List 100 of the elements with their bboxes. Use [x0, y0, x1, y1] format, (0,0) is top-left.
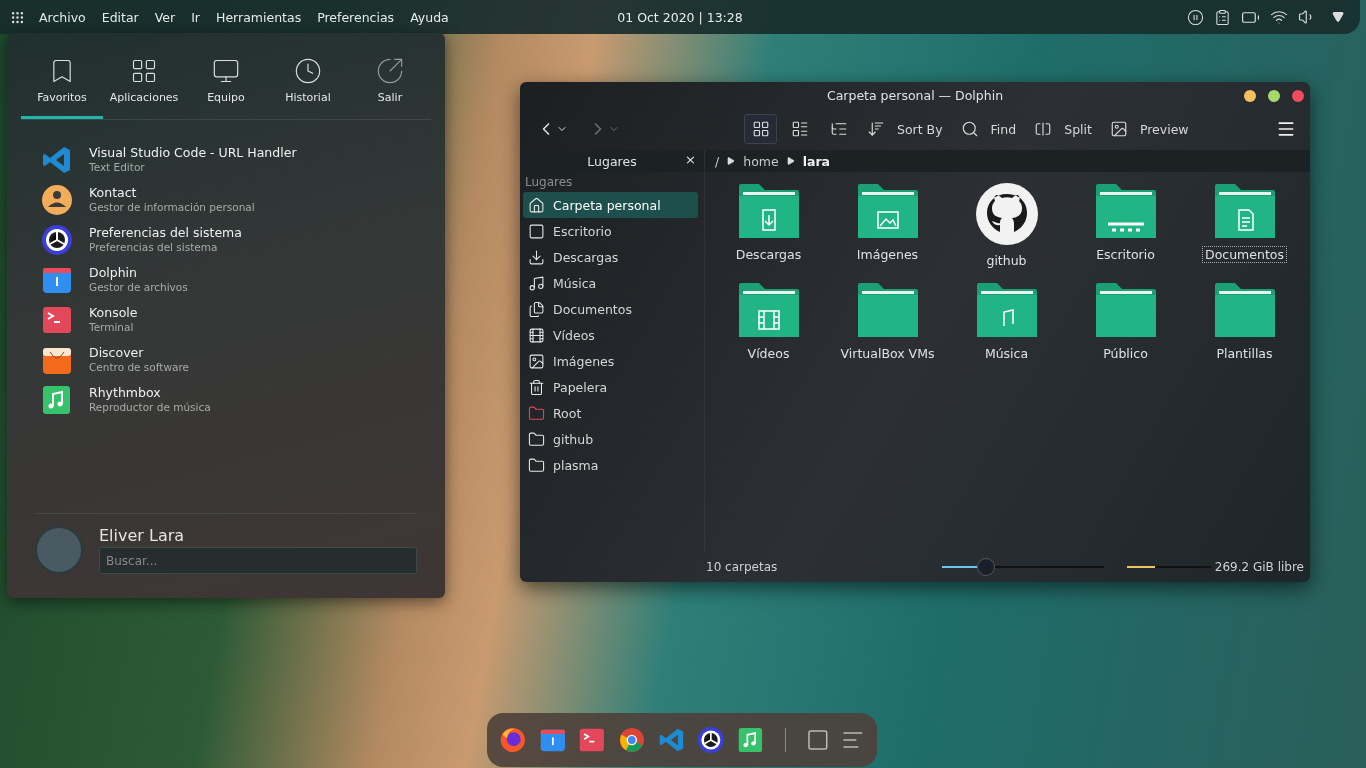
- app-icon: [41, 224, 73, 256]
- menu-item[interactable]: Herramientas: [208, 9, 310, 25]
- toolbar-button[interactable]: Find: [954, 120, 1023, 138]
- app-description: Text Editor: [89, 160, 146, 175]
- breadcrumb-item[interactable]: lara: [802, 153, 830, 169]
- search-icon: [960, 120, 979, 138]
- list-icon: [790, 120, 809, 138]
- place-item[interactable]: Carpeta personal: [523, 192, 698, 218]
- view-mode-button[interactable]: [744, 114, 777, 144]
- place-item[interactable]: Descargas: [523, 244, 698, 270]
- folder-icon: [528, 430, 545, 448]
- place-label: Descargas: [553, 249, 619, 265]
- app-icon: [499, 726, 527, 754]
- app-grid-icon: [10, 9, 25, 25]
- app-icon: [736, 726, 765, 754]
- documents-icon: [528, 300, 545, 318]
- monitor-icon: [212, 57, 240, 85]
- clock[interactable]: 01 Oct 2020 | 13:28: [580, 9, 780, 25]
- launcher-tab[interactable]: Historial: [267, 57, 349, 119]
- launcher-tab[interactable]: Salir: [349, 57, 431, 119]
- folder-name[interactable]: Escritorio: [1093, 246, 1158, 263]
- app-name[interactable]: Rhythmbox: [89, 385, 211, 400]
- menu-item[interactable]: Editar: [93, 9, 147, 25]
- app-icon: [41, 304, 73, 336]
- folder-name[interactable]: Público: [1100, 345, 1151, 362]
- launcher-tab[interactable]: Equipo: [185, 57, 267, 119]
- download-icon: [528, 248, 545, 266]
- app-description: Centro de software: [89, 360, 189, 375]
- launcher-tab[interactable]: Favoritos: [21, 57, 103, 119]
- folder-icon: [736, 281, 801, 339]
- folder-name[interactable]: Documentos: [1202, 246, 1287, 263]
- section-header: Lugares: [524, 174, 574, 191]
- clipboard-icon: [1214, 8, 1231, 26]
- app-name[interactable]: Discover: [89, 345, 189, 360]
- place-item[interactable]: Papelera: [523, 374, 698, 400]
- place-item[interactable]: Imágenes: [523, 348, 698, 374]
- folder-icon: [974, 281, 1039, 339]
- app-icon: [617, 726, 646, 754]
- menu-item[interactable]: Preferencias: [309, 9, 403, 25]
- menu-item[interactable]: Archivo: [31, 9, 94, 25]
- folder-count: 10 carpetas: [706, 560, 778, 574]
- exit-icon: [376, 57, 404, 85]
- music-icon: [528, 274, 545, 292]
- place-label: Carpeta personal: [553, 197, 661, 213]
- place-item[interactable]: Root: [523, 400, 698, 426]
- desktop-icon: [805, 728, 830, 752]
- folder-icon: [1212, 281, 1277, 339]
- window-title: Carpeta personal — Dolphin: [826, 87, 1004, 103]
- breadcrumb-item[interactable]: home: [743, 153, 779, 169]
- app-icon: [41, 144, 73, 176]
- place-item[interactable]: Música: [523, 270, 698, 296]
- close-button[interactable]: [1292, 90, 1304, 102]
- user-name: Eliver Lara: [99, 526, 186, 545]
- place-item[interactable]: Escritorio: [523, 218, 698, 244]
- place-label: Música: [553, 275, 597, 291]
- folder-name[interactable]: Plantillas: [1213, 345, 1276, 362]
- menu-icon: [1276, 119, 1296, 139]
- slider-thumb[interactable]: [976, 558, 995, 576]
- folder-name[interactable]: Descargas: [732, 246, 805, 263]
- app-name[interactable]: Kontact: [89, 185, 255, 200]
- place-item[interactable]: Vídeos: [523, 322, 698, 348]
- menu-item[interactable]: Ir: [183, 9, 208, 25]
- menu-item[interactable]: Ver: [146, 9, 184, 25]
- toolbar-button[interactable]: Preview: [1103, 120, 1195, 138]
- image-icon: [528, 352, 545, 370]
- folder-name[interactable]: VirtualBox VMs: [837, 345, 938, 362]
- place-item[interactable]: Documentos: [523, 296, 698, 322]
- app-icon: [697, 726, 725, 754]
- app-description: Gestor de información personal: [89, 200, 255, 215]
- breadcrumb-item[interactable]: /: [715, 153, 720, 169]
- folder-name[interactable]: Música: [981, 345, 1032, 362]
- folder-name[interactable]: Imágenes: [853, 246, 922, 263]
- home-icon: [528, 196, 545, 214]
- place-label: Imágenes: [553, 353, 615, 369]
- folder-name[interactable]: Vídeos: [744, 345, 793, 362]
- free-space: 269.2 GiB libre: [1214, 560, 1304, 574]
- folder-icon: [1212, 182, 1277, 240]
- app-name[interactable]: Preferencias del sistema: [89, 225, 242, 240]
- split-icon: [1034, 120, 1053, 138]
- place-label: Escritorio: [553, 223, 612, 239]
- close-button[interactable]: ×: [685, 152, 696, 167]
- place-item[interactable]: github: [523, 426, 698, 452]
- maximize-button[interactable]: [1268, 90, 1280, 102]
- place-label: Papelera: [553, 379, 608, 395]
- app-name[interactable]: Konsole: [89, 305, 138, 320]
- caret-icon: [786, 157, 795, 165]
- place-item[interactable]: plasma: [523, 452, 698, 478]
- menu-item[interactable]: Ayuda: [402, 9, 457, 25]
- app-icon: [657, 726, 686, 754]
- minimize-button[interactable]: [1244, 90, 1256, 102]
- trash-icon: [528, 378, 545, 396]
- toolbar-button[interactable]: Sort By: [861, 120, 949, 138]
- toolbar-button[interactable]: Split: [1028, 120, 1098, 138]
- search-field[interactable]: Buscar...: [99, 547, 417, 574]
- launcher-tab[interactable]: Aplicaciones: [103, 57, 185, 119]
- place-label: github: [553, 431, 594, 447]
- folder-name[interactable]: github: [983, 252, 1030, 269]
- app-name[interactable]: Dolphin: [89, 265, 188, 280]
- folder-icon: [855, 281, 920, 339]
- app-name[interactable]: Visual Studio Code - URL Handler: [89, 145, 297, 160]
